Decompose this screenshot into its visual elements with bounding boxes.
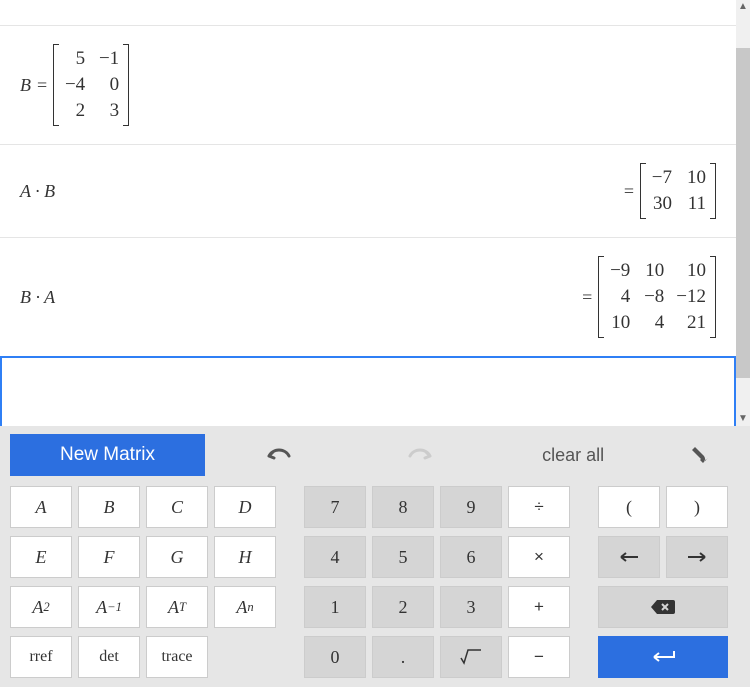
key-1[interactable]: 1 xyxy=(304,586,366,628)
key-a-transpose[interactable]: AT xyxy=(146,586,208,628)
key-enter[interactable] xyxy=(598,636,728,678)
key-3[interactable]: 3 xyxy=(440,586,502,628)
expression-row-b-dot-a[interactable]: B · A = −91010 4−8−12 10421 xyxy=(0,238,736,357)
matrix-b: 5−1 −40 23 xyxy=(53,44,129,126)
key-c[interactable]: C xyxy=(146,486,208,528)
backspace-icon xyxy=(649,598,677,616)
redo-icon xyxy=(406,446,434,464)
key-divide[interactable]: ÷ xyxy=(508,486,570,528)
expression-list: . B = 5−1 −40 23 A · B = xyxy=(0,0,750,426)
key-g[interactable]: G xyxy=(146,536,208,578)
key-backspace[interactable] xyxy=(598,586,728,628)
key-trace[interactable]: trace xyxy=(146,636,208,678)
expression-text: A · B xyxy=(20,181,55,202)
scrollbar-thumb[interactable] xyxy=(736,48,750,378)
expression-row[interactable]: . xyxy=(0,0,736,26)
settings-button[interactable] xyxy=(661,434,740,476)
key-9[interactable]: 9 xyxy=(440,486,502,528)
equals-sign: = xyxy=(624,181,634,202)
key-det[interactable]: det xyxy=(78,636,140,678)
key-4[interactable]: 4 xyxy=(304,536,366,578)
new-matrix-button[interactable]: New Matrix xyxy=(10,434,205,476)
key-multiply[interactable]: × xyxy=(508,536,570,578)
key-plus[interactable]: + xyxy=(508,586,570,628)
key-minus[interactable]: − xyxy=(508,636,570,678)
key-sqrt[interactable] xyxy=(440,636,502,678)
arrow-left-icon xyxy=(618,551,640,563)
key-e[interactable]: E xyxy=(10,536,72,578)
result-matrix-ab: −710 3011 xyxy=(640,163,716,219)
key-0[interactable]: 0 xyxy=(304,636,366,678)
scroll-down-icon[interactable]: ▼ xyxy=(736,412,750,426)
redo-button[interactable] xyxy=(353,434,485,476)
key-paren-close[interactable]: ) xyxy=(666,486,728,528)
key-cursor-left[interactable] xyxy=(598,536,660,578)
key-f[interactable]: F xyxy=(78,536,140,578)
wrench-icon xyxy=(689,444,711,466)
arrow-right-icon xyxy=(686,551,708,563)
key-decimal[interactable]: . xyxy=(372,636,434,678)
key-h[interactable]: H xyxy=(214,536,276,578)
letter-keys-group: A B C D E F G H A2 A−1 AT An rref det tr… xyxy=(10,486,276,680)
clear-all-button[interactable]: clear all xyxy=(494,445,653,466)
expression-row-b-definition[interactable]: B = 5−1 −40 23 xyxy=(0,26,736,145)
key-7[interactable]: 7 xyxy=(304,486,366,528)
key-cursor-right[interactable] xyxy=(666,536,728,578)
key-a-squared[interactable]: A2 xyxy=(10,586,72,628)
expression-row-a-dot-b[interactable]: A · B = −710 3011 xyxy=(0,145,736,238)
key-rref[interactable]: rref xyxy=(10,636,72,678)
key-b[interactable]: B xyxy=(78,486,140,528)
key-paren-open[interactable]: ( xyxy=(598,486,660,528)
key-2[interactable]: 2 xyxy=(372,586,434,628)
key-5[interactable]: 5 xyxy=(372,536,434,578)
right-keys-group: ( ) xyxy=(598,486,728,680)
keypad: New Matrix clear all A B C D E F G H A2 … xyxy=(0,426,750,687)
equals-sign: = xyxy=(582,287,592,308)
key-d[interactable]: D xyxy=(214,486,276,528)
variable-b: B xyxy=(20,75,31,96)
key-8[interactable]: 8 xyxy=(372,486,434,528)
active-input-row[interactable] xyxy=(0,356,736,426)
key-a-inverse[interactable]: A−1 xyxy=(78,586,140,628)
undo-icon xyxy=(265,446,293,464)
result-matrix-ba: −91010 4−8−12 10421 xyxy=(598,256,716,338)
scroll-up-icon[interactable]: ▲ xyxy=(736,0,750,14)
undo-button[interactable] xyxy=(213,434,345,476)
number-keys-group: 7 8 9 ÷ 4 5 6 × 1 2 3 + 0 . − xyxy=(304,486,570,680)
scrollbar-track[interactable]: ▲ ▼ xyxy=(736,0,750,426)
key-6[interactable]: 6 xyxy=(440,536,502,578)
key-a-power-n[interactable]: An xyxy=(214,586,276,628)
expression-text: B · A xyxy=(20,287,55,308)
enter-icon xyxy=(648,649,678,665)
equals-sign: = xyxy=(37,75,47,96)
key-a[interactable]: A xyxy=(10,486,72,528)
sqrt-icon xyxy=(459,648,483,666)
